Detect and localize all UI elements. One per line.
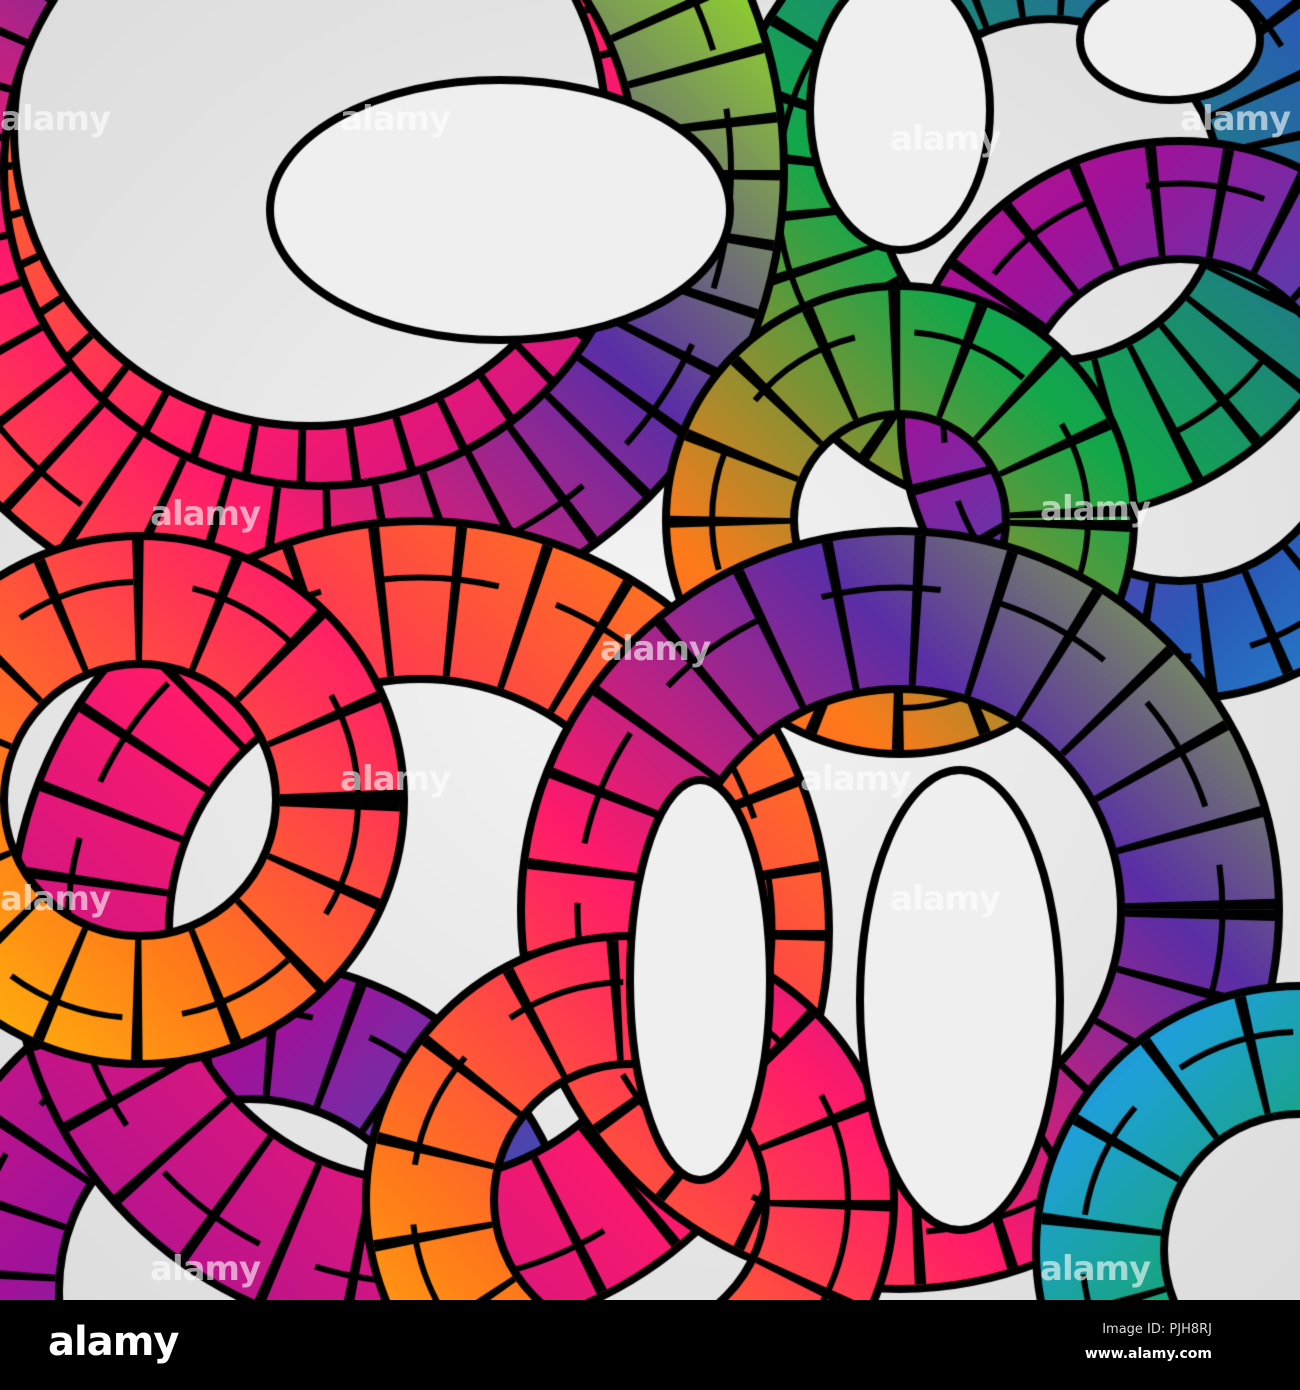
watermark: alamy [1180,99,1291,139]
watermark: alamy [150,1249,261,1289]
stock-image: alamy alamy alamy alamy alamy alamy alamy alamy… [0,0,1300,1390]
image-id: Image ID: PJH8RJ [1102,1322,1212,1337]
watermark: alamy [340,99,451,139]
watermark-layer: alamy alamy alamy alamy alamy alamy alamy alamy… [0,0,1300,1300]
watermark: alamy [1040,1249,1151,1289]
footer-bar: alamy Image ID: PJH8RJ www.alamy.com [0,1300,1300,1390]
watermark: alamy [890,119,1001,159]
watermark: alamy [340,759,451,799]
watermark: alamy [0,99,111,139]
watermark: alamy [800,759,911,799]
watermark: alamy [1040,489,1151,529]
watermark: alamy [890,879,1001,919]
watermark: alamy [0,879,111,919]
site-url: www.alamy.com [1084,1346,1212,1362]
alamy-logo: alamy [48,1319,179,1365]
watermark: alamy [600,629,711,669]
watermark: alamy [150,494,261,534]
